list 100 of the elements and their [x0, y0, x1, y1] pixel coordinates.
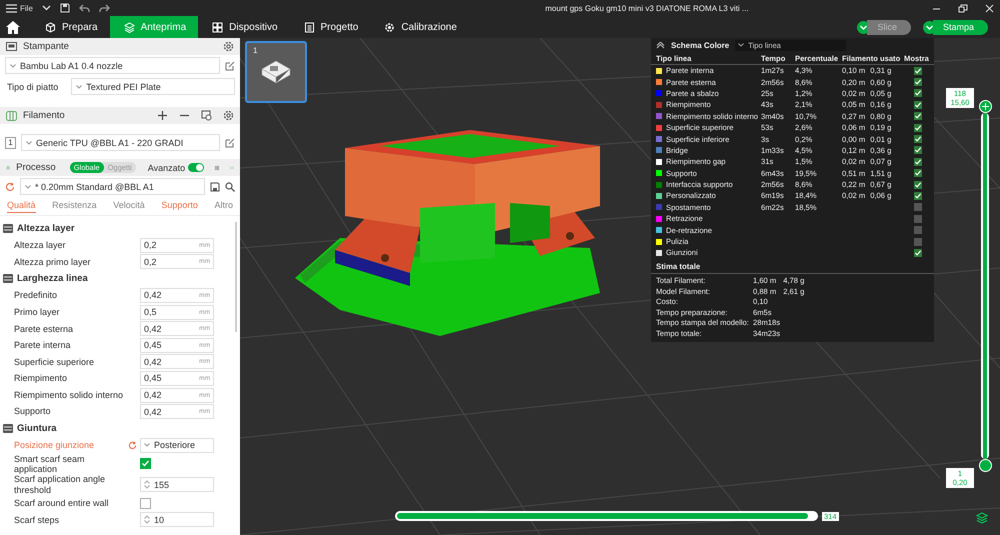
plate-select[interactable]: Textured PEI Plate [71, 78, 235, 95]
field-label: Tipo di piatto [6, 82, 58, 92]
setting-label: Scarf application angle threshold [14, 474, 106, 495]
sync-icon[interactable] [201, 110, 212, 121]
show-checkbox[interactable] [914, 124, 922, 132]
show-checkbox[interactable] [914, 146, 922, 154]
printer-select[interactable]: Bambu Lab A1 0.4 nozzle [5, 57, 220, 74]
reset-icon[interactable] [5, 182, 15, 192]
setting-label: Predefinito [14, 290, 58, 301]
tab[interactable]: Prepara [31, 16, 110, 38]
restore-icon[interactable] [958, 4, 968, 12]
setting-label: Altezza layer [14, 240, 67, 250]
layers-icon[interactable] [976, 512, 988, 524]
caret-icon [76, 84, 82, 88]
show-checkbox[interactable] [914, 238, 922, 246]
setting-label: Posizione giunzione [14, 440, 96, 450]
group-title: Giuntura [17, 422, 57, 434]
show-checkbox[interactable] [914, 226, 922, 234]
group-icon [3, 274, 13, 284]
settings-icon[interactable] [223, 110, 234, 121]
show-checkbox[interactable] [914, 214, 922, 223]
settings-tab[interactable]: Altro [214, 200, 233, 213]
preset-select[interactable]: * 0.20mm Standard @BBL A1 [20, 178, 205, 195]
group-title: Altezza layer [17, 223, 75, 234]
collapse-icon[interactable] [656, 42, 665, 48]
caret-icon [10, 64, 16, 68]
advanced-switch[interactable] [188, 163, 204, 172]
show-checkbox[interactable] [914, 100, 922, 109]
tab[interactable]: Calibrazione [370, 16, 469, 38]
save-icon[interactable] [210, 182, 220, 192]
section-title: Processo [16, 162, 56, 173]
select-field[interactable]: Posteriore [140, 438, 214, 453]
show-checkbox[interactable] [914, 112, 922, 120]
setting-label: Riempimento [14, 373, 68, 384]
show-checkbox[interactable] [914, 203, 922, 212]
setting-label: Superficie superiore [14, 356, 96, 368]
setting-label: Smart scarf seam application [14, 454, 86, 474]
section-title: Stampante [23, 41, 69, 52]
group-icon [3, 224, 13, 233]
show-checkbox[interactable] [914, 66, 922, 75]
slider-handle[interactable] [979, 459, 992, 472]
setting-label: Scarf around entire wall [14, 498, 110, 508]
grid-icon [212, 22, 224, 32]
redo-icon[interactable] [98, 4, 110, 12]
search-icon[interactable] [225, 182, 235, 192]
checkbox[interactable] [140, 498, 151, 509]
move-slider-track[interactable] [395, 511, 818, 521]
group-title: Larghezza linea [17, 273, 88, 284]
setting-label: Scarf steps [14, 514, 60, 525]
advanced-label: Avanzato [148, 162, 186, 172]
cube-icon [45, 22, 56, 32]
section-title: Filamento [23, 110, 65, 121]
legend-title: Schema Colore [671, 40, 730, 50]
file-menu[interactable]: File [6, 4, 33, 12]
setting-label: Supporto [14, 406, 52, 417]
tab[interactable]: Progetto [290, 16, 370, 38]
reset-icon[interactable] [128, 440, 136, 450]
edit-icon[interactable] [225, 138, 235, 148]
close-icon[interactable] [985, 4, 994, 12]
filament-icon [6, 110, 17, 120]
filament-select[interactable]: Generic TPU @BBL A1 - 220 GRADI [21, 134, 220, 151]
layers-icon [124, 22, 135, 32]
window-title: mount gps Goku gm10 mini v3 DIATONE ROMA L3 viti ... [544, 4, 750, 12]
caret-icon[interactable] [42, 5, 51, 11]
settings-tab[interactable]: Resistenza [52, 200, 97, 213]
filament-index: 1 [5, 136, 16, 148]
setting-label: Parete interna [14, 340, 72, 350]
add-icon[interactable] [157, 110, 168, 121]
home-icon[interactable] [6, 20, 20, 34]
setting-label: Altezza primo layer [14, 256, 92, 268]
caret-icon [25, 184, 31, 188]
show-checkbox[interactable] [914, 135, 922, 144]
spin-field[interactable]: 155 [140, 477, 214, 492]
edit-icon[interactable] [225, 60, 235, 70]
caret-icon [144, 443, 150, 448]
show-checkbox[interactable] [914, 192, 922, 200]
tab[interactable]: Dispositivo [198, 16, 290, 38]
group-icon [3, 424, 13, 433]
checkbox[interactable] [140, 458, 151, 470]
scrollbar[interactable] [235, 222, 237, 332]
spin-field[interactable]: 10 [140, 512, 214, 528]
document-icon [304, 22, 315, 32]
show-checkbox[interactable] [914, 89, 922, 98]
show-checkbox[interactable] [914, 180, 922, 189]
show-checkbox[interactable] [914, 248, 922, 257]
show-checkbox[interactable] [914, 169, 922, 178]
show-checkbox[interactable] [914, 78, 922, 86]
plate-thumbnail[interactable]: 1 [245, 41, 307, 103]
layer-slider-track[interactable] [981, 113, 989, 459]
settings-icon[interactable] [223, 41, 234, 52]
settings-tab[interactable]: Velocità [113, 200, 145, 213]
gear-icon [384, 22, 396, 32]
show-checkbox[interactable] [914, 158, 922, 166]
caret-icon [26, 140, 32, 144]
caret-icon [738, 43, 744, 47]
printer-icon [6, 42, 17, 52]
setting-label: Primo layer [14, 306, 61, 318]
setting-label: Parete esterna [14, 324, 74, 334]
undo-icon[interactable] [78, 4, 90, 12]
slider-handle[interactable] [979, 100, 992, 113]
